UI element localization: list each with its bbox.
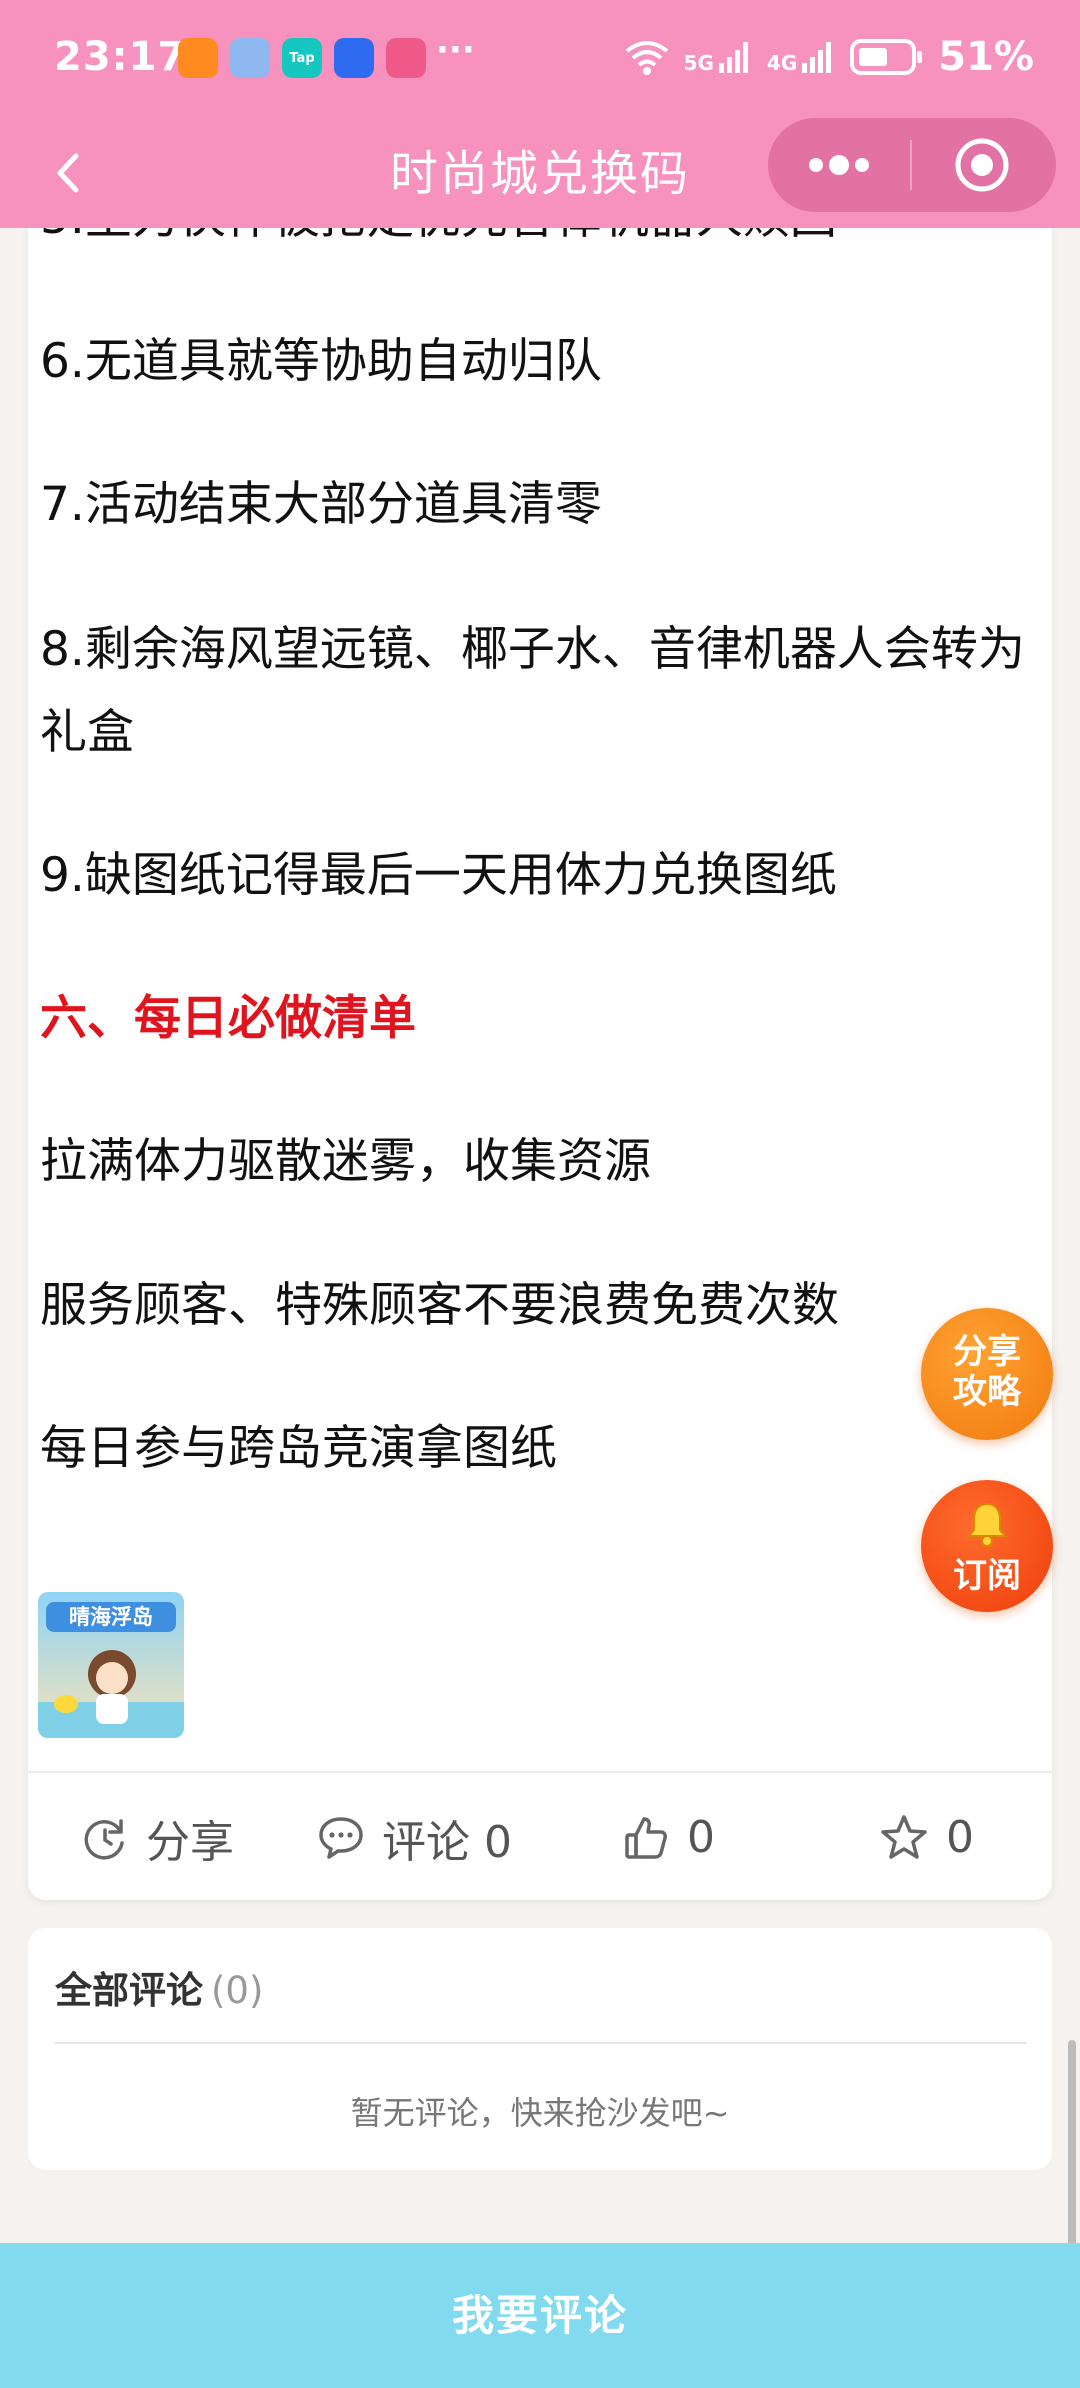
comments-empty-text: 暂无评论，快来抢沙发吧~ xyxy=(350,2094,730,2132)
net-5g-label: 5G xyxy=(683,51,714,75)
comment-bubble-icon xyxy=(319,1816,363,1859)
taptap-app-icon: Tap xyxy=(282,38,322,78)
more-notifications-icon: ··· xyxy=(436,30,475,70)
subscribe-fab[interactable]: 订阅 xyxy=(921,1480,1053,1612)
like-action[interactable]: 0 xyxy=(621,1773,715,1902)
article-paragraph: 7.活动结束大部分道具清零 xyxy=(40,477,602,532)
heart-app-icon xyxy=(178,38,218,78)
more-menu-button[interactable] xyxy=(768,118,910,212)
article-paragraph: 每日参与跨岛竞演拿图纸 xyxy=(40,1421,557,1476)
more-dots-icon xyxy=(809,155,869,175)
write-comment-button[interactable]: 我要评论 xyxy=(0,2243,1080,2388)
notification-app-icons: Tap xyxy=(178,38,426,78)
share-guide-line1: 分享 xyxy=(953,1332,1021,1372)
comments-section: 全部评论 (0) 暂无评论，快来抢沙发吧~ xyxy=(28,1928,1052,2170)
comment-action[interactable]: 评论 0 xyxy=(316,1773,512,1902)
share-label: 分享 xyxy=(146,1816,234,1868)
nav-bar: 时尚城兑换码 xyxy=(0,118,1080,228)
cloud-app-icon xyxy=(230,38,270,78)
signal-bars-icon xyxy=(718,42,748,73)
share-action[interactable]: 分享 xyxy=(80,1773,234,1902)
market-app-icon xyxy=(334,38,374,78)
comments-title: 全部评论 xyxy=(55,1969,203,2012)
favorite-action[interactable]: 0 xyxy=(878,1773,974,1902)
comments-header: 全部评论 (0) xyxy=(55,1960,263,2014)
status-time: 23:17 xyxy=(54,34,187,80)
share-guide-fab[interactable]: 分享 攻略 xyxy=(921,1308,1053,1440)
comments-divider xyxy=(55,2042,1027,2044)
top-bar: 23:17 Tap ··· 5G 4G 51% 时尚城兑换码 xyxy=(0,0,1080,228)
bilibili-app-icon xyxy=(386,38,426,78)
article-paragraph: 9.缺图纸记得最后一天用体力兑换图纸 xyxy=(40,848,837,903)
share-guide-line2: 攻略 xyxy=(953,1372,1021,1412)
article-thumbnail-image[interactable]: 晴海浮岛 xyxy=(38,1592,184,1738)
article-paragraph: 6.无道具就等协助自动归队 xyxy=(40,334,602,389)
mini-program-capsule xyxy=(768,118,1056,212)
system-icons: 5G 4G 51% xyxy=(624,34,1034,80)
like-count: 0 xyxy=(687,1812,715,1863)
status-bar: 23:17 Tap ··· 5G 4G 51% xyxy=(0,0,1080,118)
wifi-icon xyxy=(625,41,668,75)
article-card: 5.主力伙伴被抢走优先音律机器人赎回6.无道具就等协助自动归队7.活动结束大部分… xyxy=(28,190,1052,1900)
battery-percent: 51% xyxy=(938,34,1034,80)
net-4g-label: 4G xyxy=(766,51,798,75)
close-miniprogram-button[interactable] xyxy=(912,118,1056,212)
star-icon xyxy=(881,1814,927,1859)
favorite-count: 0 xyxy=(946,1812,974,1863)
comments-count: (0) xyxy=(211,1969,264,2012)
section-heading: 六、每日必做清单 xyxy=(40,991,416,1046)
signal-5g: 5G xyxy=(684,39,753,75)
thumbnail-logo-text: 晴海浮岛 xyxy=(69,1605,153,1629)
article-paragraph: 8.剩余海风望远镜、椰子水、音律机器人会转为 xyxy=(40,622,1025,677)
target-close-icon xyxy=(955,138,1009,192)
article-paragraph: 礼盒 xyxy=(40,705,134,760)
article-paragraph: 服务顾客、特殊顾客不要浪费免费次数 xyxy=(40,1278,839,1333)
subscribe-label: 订阅 xyxy=(953,1556,1021,1596)
signal-4g: 4G xyxy=(767,39,836,75)
battery-icon xyxy=(850,39,923,75)
comment-label: 评论 0 xyxy=(382,1816,512,1868)
bell-icon xyxy=(966,1502,1008,1547)
thumbs-up-icon xyxy=(625,1816,667,1859)
signal-bars-icon xyxy=(802,42,832,73)
share-refresh-icon xyxy=(84,1818,124,1860)
article-action-bar: 分享 评论 0 0 0 xyxy=(28,1771,1052,1900)
article-paragraph: 拉满体力驱散迷雾，收集资源 xyxy=(40,1134,651,1189)
